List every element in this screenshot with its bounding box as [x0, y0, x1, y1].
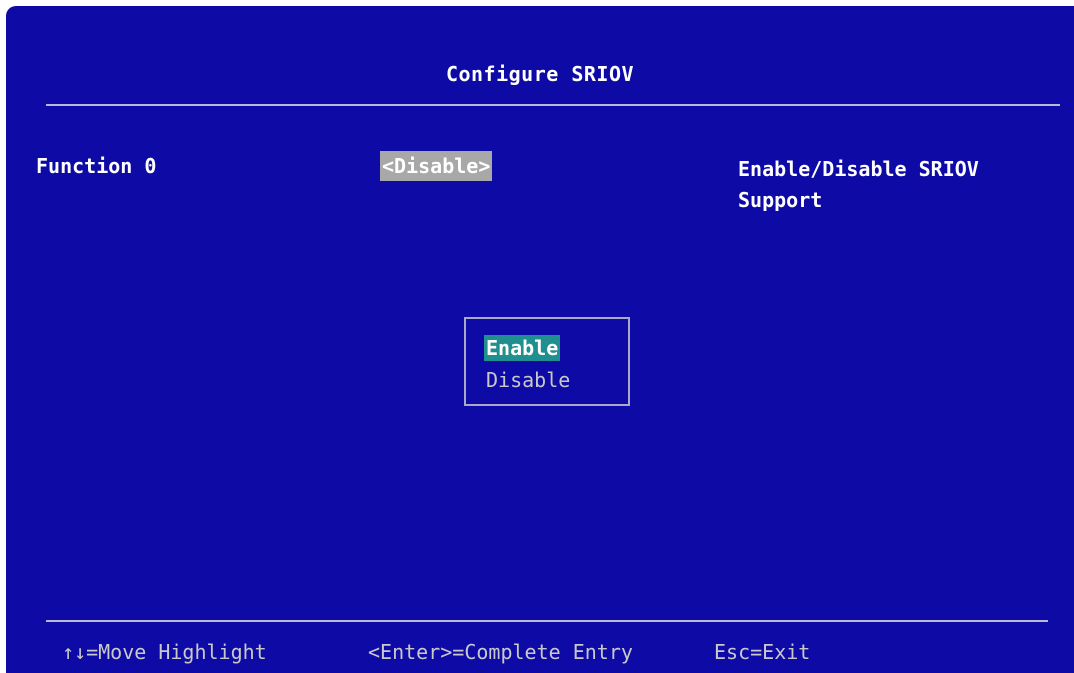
- footer-move-highlight-hint: ↑↓=Move Highlight: [62, 640, 267, 664]
- function-0-value-selector[interactable]: <Disable>: [380, 151, 493, 181]
- help-text: Enable/Disable SRIOV Support: [738, 157, 979, 212]
- option-popup: Enable Disable: [464, 317, 630, 406]
- footer-divider: [46, 620, 1048, 622]
- function-0-label: Function 0: [36, 154, 157, 178]
- bios-setup-screen: Configure SRIOV Function 0 <Disable> Ena…: [6, 6, 1074, 673]
- footer-complete-entry-hint: <Enter>=Complete Entry: [368, 640, 633, 664]
- footer-exit-hint: Esc=Exit: [714, 640, 811, 664]
- popup-option-disable[interactable]: Disable: [484, 367, 572, 393]
- header-divider: [46, 104, 1060, 106]
- popup-option-enable[interactable]: Enable: [484, 335, 561, 361]
- page-title: Configure SRIOV: [445, 62, 635, 86]
- screenshot-frame: Configure SRIOV Function 0 <Disable> Ena…: [0, 0, 1074, 673]
